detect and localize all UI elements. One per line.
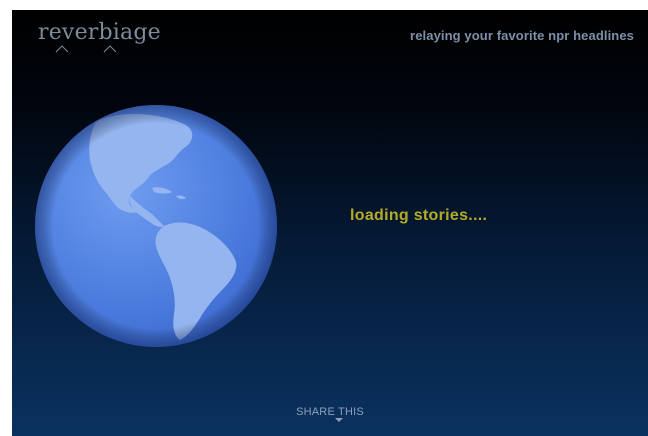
tagline: relaying your favorite npr headlines	[410, 28, 634, 43]
reverbiage-widget: reverbiage relaying your favorite npr he…	[12, 10, 648, 436]
triangle-down-icon[interactable]	[335, 418, 343, 422]
globe-icon	[35, 105, 277, 347]
share-this-button[interactable]: SHARE THIS	[296, 406, 364, 418]
logo-caret-marks	[55, 45, 117, 53]
share-area: SHARE THIS	[12, 402, 648, 420]
loading-status: loading stories....	[350, 207, 488, 224]
